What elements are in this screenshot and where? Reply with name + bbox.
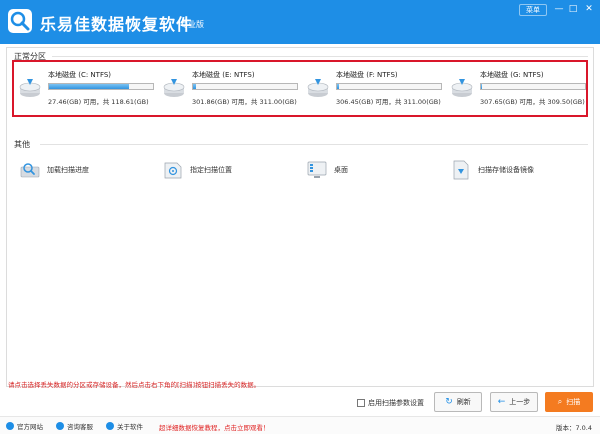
tool-label: 加载扫描进度 xyxy=(47,166,89,174)
menu-button-label: 菜单 xyxy=(526,6,540,14)
partition-usage-bar xyxy=(480,83,586,90)
partition-name: 本地磁盘 (G: NTFS) xyxy=(480,71,544,79)
app-logo-icon xyxy=(8,9,32,33)
drive-icon xyxy=(451,79,473,97)
partition-usage-fill xyxy=(193,84,197,89)
previous-step-button[interactable]: ← 上一步 xyxy=(490,392,538,412)
scan-label: 扫描 xyxy=(566,398,581,406)
minimize-icon[interactable]: — xyxy=(552,3,566,16)
customer-service-link[interactable]: 咨询客服 xyxy=(56,421,93,431)
partition-name: 本地磁盘 (E: NTFS) xyxy=(192,71,255,79)
drive-icon xyxy=(307,79,329,97)
headset-icon xyxy=(56,422,64,430)
partition-usage-text: 301.86(GB) 可用，共 311.00(GB) xyxy=(192,98,297,106)
partition-g[interactable]: 本地磁盘 (G: NTFS) 307.65(GB) 可用，共 309.50(GB… xyxy=(450,70,586,110)
tool-label: 指定扫描位置 xyxy=(190,166,232,174)
section-divider xyxy=(52,56,588,57)
scan-button[interactable]: ⌕ 扫描 xyxy=(545,392,593,412)
close-icon[interactable]: ✕ xyxy=(582,3,596,16)
checkbox-label: 启用扫描参数设置 xyxy=(368,399,424,407)
official-website-link[interactable]: 官方网站 xyxy=(6,421,43,431)
edition-label: 专业版 xyxy=(180,20,204,29)
partition-usage-fill xyxy=(49,84,130,89)
partition-usage-fill xyxy=(481,84,482,89)
official-website-label: 官方网站 xyxy=(17,423,43,431)
partition-usage-text: 27.46(GB) 可用，共 118.61(GB) xyxy=(48,98,149,106)
partition-usage-text: 306.45(GB) 可用，共 311.00(GB) xyxy=(336,98,441,106)
load-progress-icon xyxy=(20,163,40,178)
partition-name: 本地磁盘 (C: NTFS) xyxy=(48,71,112,79)
partition-usage-bar xyxy=(192,83,298,90)
drive-icon xyxy=(19,79,41,97)
partition-usage-text: 307.65(GB) 可用，共 309.50(GB) xyxy=(480,98,585,106)
tutorial-promo-link[interactable]: 超详细数据恢复教程，点击立即观看！ xyxy=(159,422,270,432)
arrow-left-icon: ← xyxy=(497,397,506,407)
scan-params-checkbox[interactable]: 启用扫描参数设置 xyxy=(357,397,424,409)
about-software-link[interactable]: 关于软件 xyxy=(106,421,143,431)
customer-service-label: 咨询客服 xyxy=(67,423,93,431)
other-section-title: 其他 xyxy=(14,140,30,149)
refresh-icon: ↻ xyxy=(445,397,453,407)
instruction-hint: 请点击选择丢失数据的分区或存储设备，然后点击右下角的[扫描]按钮扫描丢失的数据。 xyxy=(8,381,261,389)
tool-label: 扫描存储设备镜像 xyxy=(478,166,534,174)
scan-image-icon xyxy=(453,160,469,180)
app-title: 乐易佳数据恢复软件 xyxy=(40,15,194,34)
search-icon: ⌕ xyxy=(557,397,563,406)
refresh-button[interactable]: ↻ 刷新 xyxy=(434,392,482,412)
partition-name: 本地磁盘 (F: NTFS) xyxy=(336,71,398,79)
desktop-icon xyxy=(307,161,327,178)
partition-list: 本地磁盘 (C: NTFS) 27.46(GB) 可用，共 118.61(GB)… xyxy=(12,60,588,117)
drive-icon xyxy=(163,79,185,97)
title-bar: 乐易佳数据恢复软件 专业版 菜单 — □ ✕ xyxy=(0,0,600,44)
tool-label: 桌面 xyxy=(334,166,348,174)
partition-usage-bar xyxy=(336,83,442,90)
maximize-icon[interactable]: □ xyxy=(566,3,580,16)
about-software-label: 关于软件 xyxy=(117,423,143,431)
info-icon xyxy=(106,422,114,430)
partition-f[interactable]: 本地磁盘 (F: NTFS) 306.45(GB) 可用，共 311.00(GB… xyxy=(306,70,442,110)
partition-usage-bar xyxy=(48,83,154,90)
partition-usage-fill xyxy=(337,84,339,89)
partition-c[interactable]: 本地磁盘 (C: NTFS) 27.46(GB) 可用，共 118.61(GB) xyxy=(18,70,154,110)
menu-button[interactable]: 菜单 xyxy=(519,4,547,16)
section-divider xyxy=(40,144,588,145)
specify-location-icon xyxy=(164,162,182,179)
refresh-label: 刷新 xyxy=(456,398,471,406)
status-bar: 官方网站 咨询客服 关于软件 超详细数据恢复教程，点击立即观看！ 版本：7.0.… xyxy=(0,416,600,434)
version-label: 版本：7.0.4 xyxy=(555,424,592,432)
checkbox-box[interactable] xyxy=(357,399,365,407)
home-icon xyxy=(6,422,14,430)
previous-step-label: 上一步 xyxy=(509,398,531,406)
partition-e[interactable]: 本地磁盘 (E: NTFS) 301.86(GB) 可用，共 311.00(GB… xyxy=(162,70,298,110)
